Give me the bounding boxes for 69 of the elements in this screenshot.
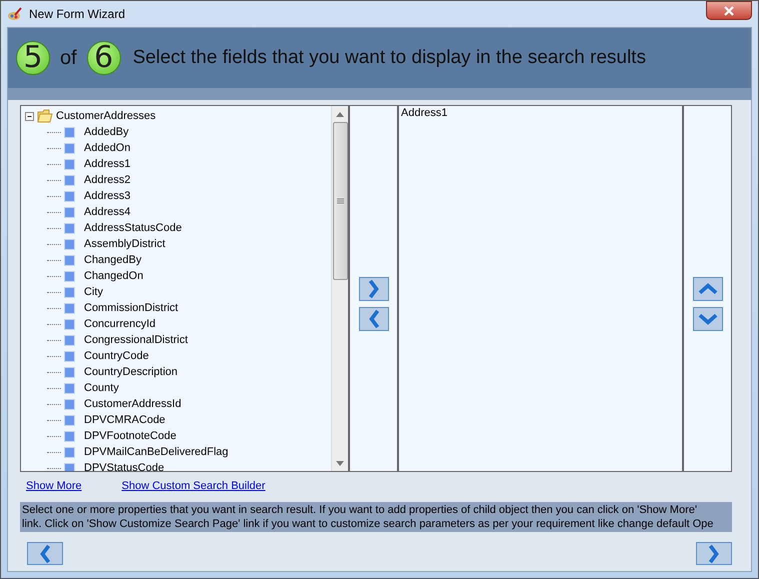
field-icon bbox=[64, 462, 75, 471]
field-icon bbox=[64, 206, 75, 218]
field-icon bbox=[64, 142, 75, 154]
tree-item[interactable]: CongressionalDistrict bbox=[84, 334, 188, 346]
app-icon bbox=[7, 6, 23, 22]
link[interactable]: Show Custom Search Builder bbox=[122, 480, 266, 492]
field-icon bbox=[64, 414, 75, 426]
tree-item[interactable]: CommissionDistrict bbox=[84, 302, 178, 314]
window-title: New Form Wizard bbox=[29, 7, 126, 21]
folder-icon bbox=[37, 109, 53, 123]
field-icon bbox=[64, 430, 75, 442]
tree-item[interactable]: Address1 bbox=[84, 158, 130, 170]
scrollbar[interactable] bbox=[331, 106, 348, 471]
step-number: 5 bbox=[16, 41, 50, 75]
tree-item[interactable]: AddedOn bbox=[84, 142, 130, 154]
remove-button[interactable] bbox=[358, 306, 388, 330]
field-icon bbox=[64, 286, 75, 298]
field-icon bbox=[64, 302, 75, 314]
tree-item[interactable]: Address3 bbox=[84, 190, 130, 202]
tree-item[interactable]: AddressStatusCode bbox=[84, 222, 182, 234]
tree-item[interactable]: ChangedBy bbox=[84, 254, 142, 266]
collapse-toggle[interactable] bbox=[25, 112, 34, 120]
field-icon bbox=[64, 270, 75, 282]
field-icon bbox=[64, 190, 75, 202]
tree-item[interactable]: DPVStatusCode bbox=[84, 462, 164, 471]
next-button[interactable] bbox=[696, 542, 732, 565]
tree-item[interactable]: ChangedOn bbox=[84, 270, 144, 282]
tree-item[interactable]: AddedBy bbox=[84, 126, 129, 138]
close-button[interactable] bbox=[706, 1, 752, 20]
step-title: Select the fields that you want to display in the search results bbox=[132, 47, 646, 69]
tree-item[interactable]: City bbox=[84, 286, 103, 298]
tree-item[interactable]: DPVFootnoteCode bbox=[84, 430, 176, 442]
scroll-up-icon[interactable] bbox=[336, 112, 344, 116]
field-icon bbox=[64, 382, 75, 394]
field-icon bbox=[64, 398, 75, 410]
tree-item[interactable]: CountryDescription bbox=[84, 366, 178, 378]
help-text: Select one or more properties that you want in search result. If you want to add properties of child object then you can click on 'Show More' link. Click on 'Show Customize Search Page' link if you want to customize search parameters as per your requirement like change default Ope bbox=[20, 502, 732, 532]
field-icon bbox=[64, 318, 75, 330]
field-icon bbox=[64, 350, 75, 362]
grip-icon bbox=[336, 198, 344, 204]
tree-item[interactable]: CustomerAddressId bbox=[84, 398, 182, 410]
tree-item[interactable]: AssemblyDistrict bbox=[84, 238, 166, 250]
field-icon bbox=[64, 446, 75, 458]
field-icon bbox=[64, 238, 75, 250]
close-icon bbox=[724, 6, 734, 16]
tree-item[interactable]: CustomerAddresses bbox=[56, 110, 156, 122]
field-icon bbox=[64, 254, 75, 266]
tree-item[interactable]: CountryCode bbox=[84, 350, 149, 362]
field-icon bbox=[64, 366, 75, 378]
move-up-button[interactable] bbox=[692, 276, 722, 300]
tree-item[interactable]: Address4 bbox=[84, 206, 130, 218]
scroll-down-icon[interactable] bbox=[336, 460, 344, 466]
step-of-label: of bbox=[60, 46, 77, 70]
tree-item[interactable]: Address2 bbox=[84, 174, 130, 186]
list-item[interactable]: Address1 bbox=[401, 107, 680, 119]
move-down-button[interactable] bbox=[692, 306, 722, 330]
field-icon bbox=[64, 126, 75, 138]
field-icon bbox=[64, 222, 75, 234]
tree-item[interactable]: ConcurrencyId bbox=[84, 318, 156, 330]
tree-item[interactable]: County bbox=[84, 382, 119, 394]
add-button[interactable] bbox=[358, 276, 388, 300]
back-button[interactable] bbox=[27, 542, 63, 565]
tree-item[interactable]: DPVCMRACode bbox=[84, 414, 166, 426]
step-total: 6 bbox=[86, 41, 121, 75]
tree-item[interactable]: DPVMailCanBeDeliveredFlag bbox=[84, 446, 228, 458]
field-icon bbox=[64, 174, 75, 186]
link[interactable]: Show More bbox=[26, 480, 82, 492]
field-icon bbox=[64, 158, 75, 170]
field-icon bbox=[64, 334, 75, 346]
